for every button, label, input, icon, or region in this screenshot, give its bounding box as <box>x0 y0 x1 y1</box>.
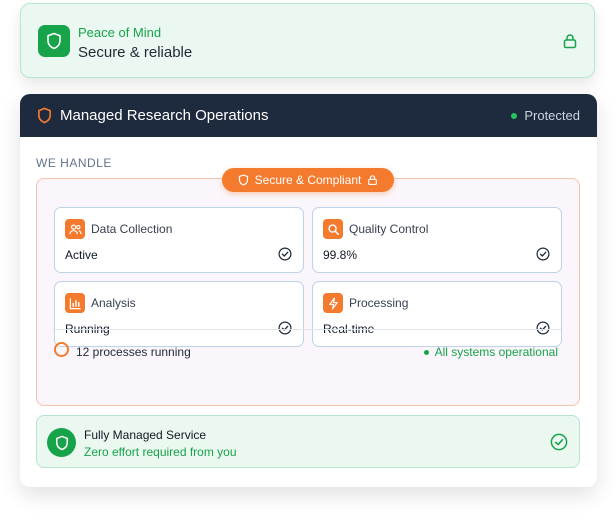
process-count: 12 processes running <box>76 345 191 359</box>
shield-icon <box>238 174 248 186</box>
tile-quality-control[interactable]: Quality Control 99.8% <box>312 207 562 273</box>
status-label: Protected <box>524 108 580 123</box>
shield-icon <box>38 25 70 57</box>
service-subtitle: Zero effort required from you <box>84 445 237 459</box>
badge-label: Secure & Compliant <box>254 173 362 187</box>
check-circle-icon <box>278 321 292 335</box>
card-kicker: Peace of Mind <box>78 25 162 40</box>
tile-title: Data Collection <box>91 222 173 236</box>
lock-icon <box>368 175 378 186</box>
shield-icon <box>38 107 51 124</box>
status-dot <box>511 112 518 119</box>
check-circle-icon <box>536 321 550 335</box>
users-icon <box>65 219 85 239</box>
check-circle-icon <box>550 433 568 451</box>
page-title: Managed Research Operations <box>60 107 269 124</box>
services-panel: Data Collection Active Quality Control 9… <box>36 178 580 406</box>
tile-processing[interactable]: Processing Real-time <box>312 281 562 347</box>
tile-analysis[interactable]: Analysis Running <box>54 281 304 347</box>
search-icon <box>323 219 343 239</box>
divider <box>53 329 561 330</box>
card-header: Managed Research Operations Protected <box>20 94 597 137</box>
section-label: WE HANDLE <box>36 156 112 170</box>
check-circle-icon <box>278 247 292 261</box>
tile-value: Active <box>65 248 98 262</box>
bolt-icon <box>323 293 343 313</box>
tile-title: Quality Control <box>349 222 429 236</box>
check-circle-icon <box>536 247 550 261</box>
tile-title: Processing <box>349 296 409 310</box>
service-title: Fully Managed Service <box>84 428 207 442</box>
status-dot <box>423 349 429 355</box>
secure-compliant-badge: Secure & Compliant <box>222 168 394 192</box>
peace-of-mind-card: Peace of Mind Secure & reliable <box>20 3 595 78</box>
shield-icon <box>47 428 76 457</box>
status-badge: Protected <box>511 108 580 123</box>
tile-data-collection[interactable]: Data Collection Active <box>54 207 304 273</box>
managed-service-card: Fully Managed Service Zero effort requir… <box>36 415 580 468</box>
lock-icon <box>563 34 577 49</box>
operational-status: All systems operational <box>423 345 558 359</box>
bar-chart-icon <box>65 293 85 313</box>
research-operations-card: Managed Research Operations Protected WE… <box>20 94 597 487</box>
tile-value: 99.8% <box>323 248 358 262</box>
tile-title: Analysis <box>91 296 136 310</box>
card-title: Secure & reliable <box>78 44 193 61</box>
processing-ring-icon <box>54 342 69 357</box>
operational-label: All systems operational <box>434 345 558 359</box>
